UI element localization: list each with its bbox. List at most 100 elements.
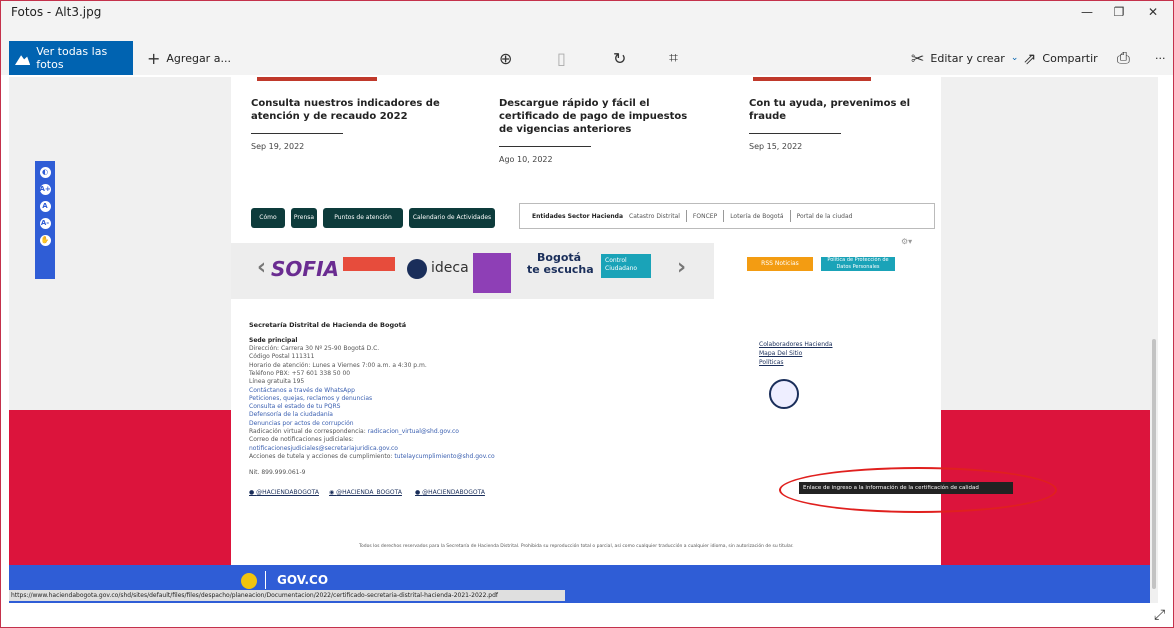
politica-datos-button[interactable]: Política de Protección de Datos Personal… bbox=[821, 257, 895, 271]
font-increase-icon[interactable]: A+ bbox=[39, 184, 51, 195]
divider bbox=[499, 146, 591, 147]
print-icon: ⎙ bbox=[1117, 48, 1130, 67]
print-button[interactable]: ⎙ bbox=[1117, 41, 1130, 75]
sofia-logo[interactable]: SOFIA bbox=[271, 257, 339, 281]
footer-line: Horario de atención: Lunes a Viernes 7:0… bbox=[249, 361, 427, 369]
m-logo[interactable] bbox=[473, 253, 511, 293]
sign-language-icon[interactable]: ✋ bbox=[39, 235, 51, 246]
footer-link[interactable]: Contáctanos a través de WhatsApp bbox=[249, 387, 355, 395]
como-llegar-button[interactable]: Cómo llegar bbox=[251, 208, 285, 241]
logos-carousel: ‹ SOFIA ideca Bogotá te escucha Control … bbox=[231, 243, 714, 299]
zoom-in-icon: ⊕ bbox=[499, 48, 513, 68]
quality-seal-icon[interactable] bbox=[769, 379, 799, 409]
news-item[interactable]: Descargue rápido y fácil el certificado … bbox=[499, 97, 689, 166]
entidades-label: Entidades Sector Hacienda bbox=[532, 212, 624, 220]
correo-email[interactable]: notificacionesjudiciales@secretariajurid… bbox=[249, 445, 398, 453]
rss-button[interactable]: RSS Noticias bbox=[747, 257, 813, 271]
social-label: @HACIENDA_BOGOTA bbox=[336, 489, 402, 496]
title-bar: Fotos - Alt3.jpg — ❐ ✕ bbox=[1, 1, 1173, 41]
photo-canvas: GOV.CO Consulta nuestros indicadores de … bbox=[9, 77, 1157, 603]
divider bbox=[749, 133, 841, 134]
acciones-email[interactable]: tutelaycumplimiento@shd.gov.co bbox=[394, 453, 494, 460]
calendario-button[interactable]: Calendario de Actividades bbox=[409, 208, 495, 228]
footer-link[interactable]: Denuncias por actos de corrupción bbox=[249, 420, 354, 428]
font-decrease-icon[interactable]: A- bbox=[39, 218, 51, 229]
carousel-prev-icon[interactable]: ‹ bbox=[257, 255, 266, 280]
share-icon: ⇗ bbox=[1023, 48, 1037, 68]
delete-button[interactable]: ▯ bbox=[557, 41, 566, 75]
divider bbox=[685, 210, 687, 222]
footer-line: Código Postal 111311 bbox=[249, 353, 315, 361]
news-title[interactable]: Consulta nuestros indicadores de atenció… bbox=[251, 97, 441, 123]
divider bbox=[265, 571, 266, 589]
puntos-atencion-button[interactable]: Puntos de atención bbox=[323, 208, 403, 228]
scrollbar[interactable] bbox=[1150, 77, 1158, 603]
news-title[interactable]: Descargue rápido y fácil el certificado … bbox=[499, 97, 689, 136]
crop-button[interactable]: ⌗ bbox=[669, 41, 678, 75]
entidad-link[interactable]: Catastro Distrital bbox=[629, 213, 680, 220]
minimize-icon[interactable]: — bbox=[1073, 5, 1101, 19]
close-icon[interactable]: ✕ bbox=[1139, 5, 1167, 19]
more-button[interactable]: ··· bbox=[1155, 41, 1166, 75]
news-date: Ago 10, 2022 bbox=[499, 155, 553, 164]
footer-line: Teléfono PBX: +57 601 338 50 00 bbox=[249, 369, 351, 377]
carousel-next-icon[interactable]: › bbox=[677, 255, 686, 280]
rotate-button[interactable]: ↻ bbox=[613, 41, 626, 75]
ver-todas-button[interactable]: Ver todas las fotos bbox=[9, 41, 133, 75]
zoom-in-button[interactable]: ⊕ bbox=[499, 41, 512, 75]
entidad-link[interactable]: FONCEP bbox=[693, 213, 717, 220]
divider bbox=[789, 210, 791, 222]
news-item[interactable]: Consulta nuestros indicadores de atenció… bbox=[251, 97, 441, 153]
social-label: @HACIENDABOGOTA bbox=[256, 489, 319, 496]
entidad-link[interactable]: Portal de la ciudad bbox=[797, 213, 853, 220]
footer-link[interactable]: Peticiones, quejas, reclamos y denuncias bbox=[249, 395, 372, 403]
photos-icon bbox=[15, 55, 31, 65]
gear-icon[interactable]: ⚙▾ bbox=[901, 237, 912, 246]
ideca-pin-icon bbox=[407, 259, 427, 279]
maximize-icon[interactable]: ❐ bbox=[1105, 5, 1133, 19]
news-image-strip bbox=[753, 77, 871, 81]
right-link[interactable]: Políticas bbox=[759, 359, 784, 367]
divider bbox=[251, 133, 343, 134]
radicacion-email[interactable]: radicacion_virtual@shd.gov.co bbox=[368, 428, 459, 435]
right-link[interactable]: Colaboradores Hacienda bbox=[759, 341, 833, 349]
rotate-icon: ↻ bbox=[613, 48, 627, 68]
footer-entity: Secretaría Distrital de Hacienda de Bogo… bbox=[249, 321, 407, 329]
more-icon: ··· bbox=[1155, 51, 1166, 65]
right-link[interactable]: Mapa Del Sitio bbox=[759, 350, 802, 358]
scrollbar-thumb[interactable] bbox=[1152, 339, 1156, 589]
news-title[interactable]: Con tu ayuda, prevenimos el fraude bbox=[749, 97, 939, 123]
news-item[interactable]: Con tu ayuda, prevenimos el fraude Sep 1… bbox=[749, 97, 939, 153]
footer-link[interactable]: Defensoría de la ciudadanía bbox=[249, 411, 333, 419]
news-date: Sep 19, 2022 bbox=[251, 142, 305, 151]
entidades-bar: Entidades Sector Hacienda Catastro Distr… bbox=[519, 203, 935, 229]
news-image-strip bbox=[257, 77, 377, 81]
footer-link[interactable]: Consulta el estado de tu PQRS bbox=[249, 403, 340, 411]
status-url: https://www.haciendabogota.gov.co/shd/si… bbox=[9, 590, 565, 601]
ideca-logo[interactable]: ideca bbox=[431, 260, 469, 276]
entidad-link[interactable]: Lotería de Bogotá bbox=[730, 213, 783, 220]
control-label: Control bbox=[605, 257, 627, 264]
prensa-button[interactable]: Prensa bbox=[291, 208, 317, 228]
social-instagram[interactable]: ◉ @HACIENDA_BOGOTA bbox=[329, 489, 402, 497]
contrast-icon[interactable]: ◐ bbox=[39, 167, 51, 178]
co-logo-icon bbox=[241, 573, 257, 589]
footer-line: Acciones de tutela y acciones de cumplim… bbox=[249, 453, 495, 461]
red-ellipse-annotation bbox=[779, 467, 1057, 513]
font-reset-icon[interactable]: A bbox=[39, 201, 51, 212]
agregar-button[interactable]: + Agregar a... bbox=[147, 41, 231, 75]
ver-todas-label: Ver todas las fotos bbox=[36, 45, 108, 71]
social-twitter[interactable]: ● @HACIENDABOGOTA bbox=[415, 489, 485, 497]
editar-button[interactable]: ✂ Editar y crear ⌄ bbox=[911, 41, 1018, 75]
chevron-down-icon: ⌄ bbox=[1010, 53, 1019, 63]
social-label: @HACIENDABOGOTA bbox=[422, 489, 485, 496]
news-date: Sep 15, 2022 bbox=[749, 142, 803, 151]
compartir-button[interactable]: ⇗ Compartir bbox=[1023, 41, 1098, 75]
edit-create-icon: ✂ bbox=[911, 48, 925, 68]
photos-window: Fotos - Alt3.jpg — ❐ ✕ Ver todas las fot… bbox=[0, 0, 1174, 628]
anticorrupcion-logo[interactable] bbox=[343, 257, 395, 271]
divider bbox=[723, 210, 725, 222]
crop-icon: ⌗ bbox=[669, 48, 679, 67]
expand-icon[interactable]: ⤢ bbox=[1154, 607, 1165, 623]
social-facebook[interactable]: ● @HACIENDABOGOTA bbox=[249, 489, 319, 497]
